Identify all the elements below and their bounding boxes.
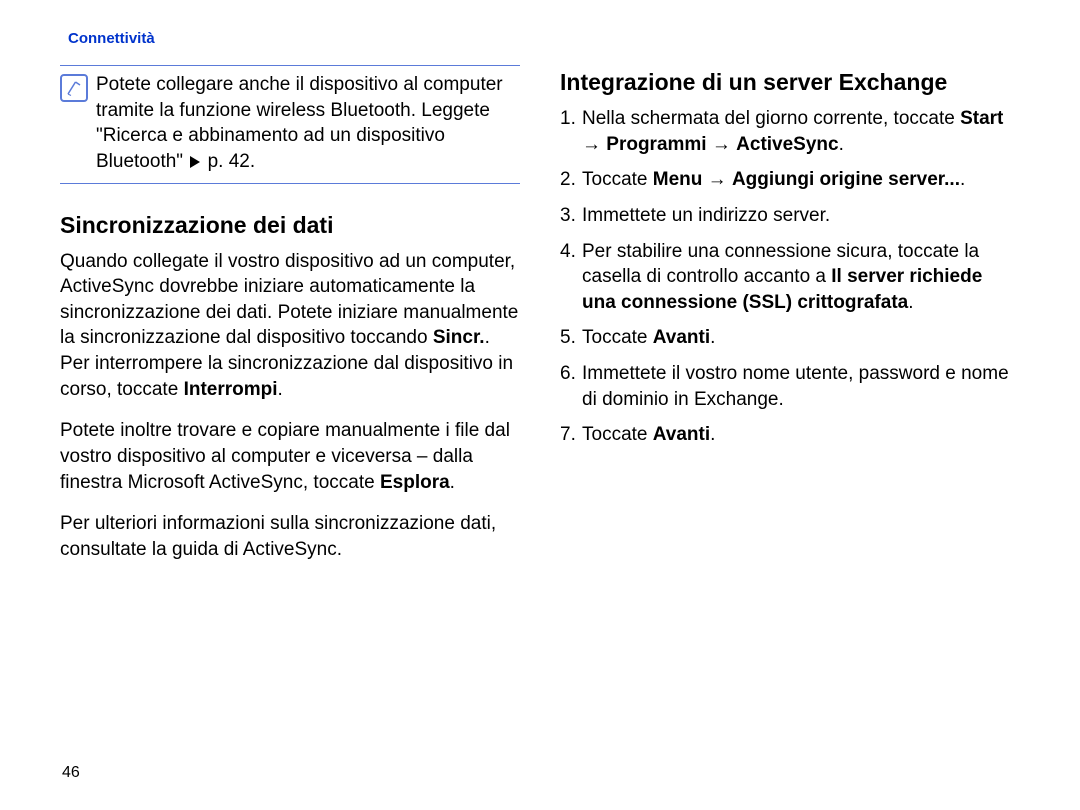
list-item: Toccate Avanti. [560, 325, 1020, 351]
note-box: Potete collegare anche il dispositivo al… [60, 65, 520, 184]
sync-paragraph-1: Quando collegate il vostro dispositivo a… [60, 249, 520, 403]
note-text: Potete collegare anche il dispositivo al… [96, 72, 520, 175]
document-page: Connettività Potete collegare anche il d… [0, 0, 1080, 810]
page-number: 46 [62, 764, 80, 782]
list-item: Toccate Menu → Aggiungi origine server..… [560, 167, 1020, 193]
list-item: Per stabilire una connessione sicura, to… [560, 239, 1020, 316]
left-column: Potete collegare anche il dispositivo al… [60, 65, 520, 579]
note-icon [60, 74, 88, 102]
triangle-icon [190, 156, 200, 168]
sync-paragraph-2: Potete inoltre trovare e copiare manualm… [60, 418, 520, 495]
page-header: Connettività [68, 30, 1020, 47]
sync-paragraph-3: Per ulteriori informazioni sulla sincron… [60, 511, 520, 562]
list-item: Immettete il vostro nome utente, passwor… [560, 361, 1020, 412]
note-pageref: p. 42. [202, 151, 255, 172]
heading-exchange: Integrazione di un server Exchange [560, 69, 1020, 96]
two-column-layout: Potete collegare anche il dispositivo al… [60, 65, 1020, 579]
exchange-steps: Nella schermata del giorno corrente, toc… [560, 106, 1020, 448]
list-item: Toccate Avanti. [560, 422, 1020, 448]
right-column: Integrazione di un server Exchange Nella… [560, 65, 1020, 579]
heading-sync: Sincronizzazione dei dati [60, 212, 520, 239]
list-item: Immettete un indirizzo server. [560, 203, 1020, 229]
list-item: Nella schermata del giorno corrente, toc… [560, 106, 1020, 157]
note-body: Potete collegare anche il dispositivo al… [96, 74, 503, 172]
